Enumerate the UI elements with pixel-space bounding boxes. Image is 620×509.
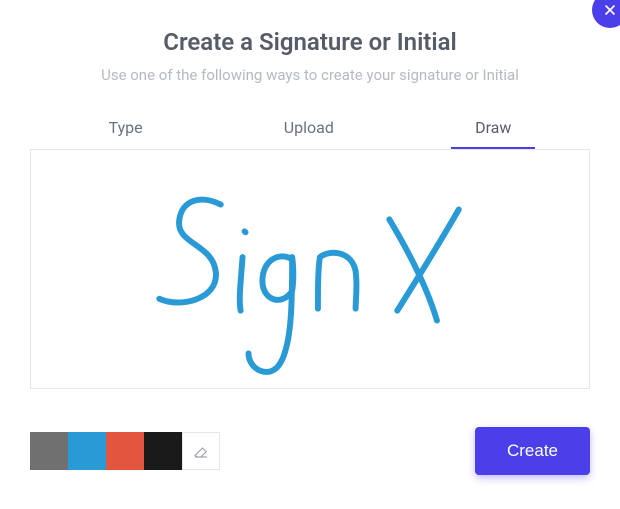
modal-subtitle: Use one of the following ways to create … xyxy=(30,66,590,84)
signature-canvas[interactable] xyxy=(30,149,590,389)
tab-draw[interactable]: Draw xyxy=(451,112,535,149)
close-icon xyxy=(602,2,618,18)
eraser-icon xyxy=(192,442,210,460)
tab-upload[interactable]: Upload xyxy=(260,112,358,149)
color-swatch-blue[interactable] xyxy=(68,432,106,470)
drawn-signature xyxy=(31,150,589,388)
color-swatch-black[interactable] xyxy=(144,432,182,470)
tab-type[interactable]: Type xyxy=(85,112,167,149)
color-swatch-red[interactable] xyxy=(106,432,144,470)
color-swatch-gray[interactable] xyxy=(30,432,68,470)
tabs-bar: Type Upload Draw xyxy=(38,112,582,149)
create-button[interactable]: Create xyxy=(475,427,590,475)
modal-title: Create a Signature or Initial xyxy=(30,28,590,56)
eraser-button[interactable] xyxy=(182,432,220,470)
color-swatches xyxy=(30,432,220,470)
